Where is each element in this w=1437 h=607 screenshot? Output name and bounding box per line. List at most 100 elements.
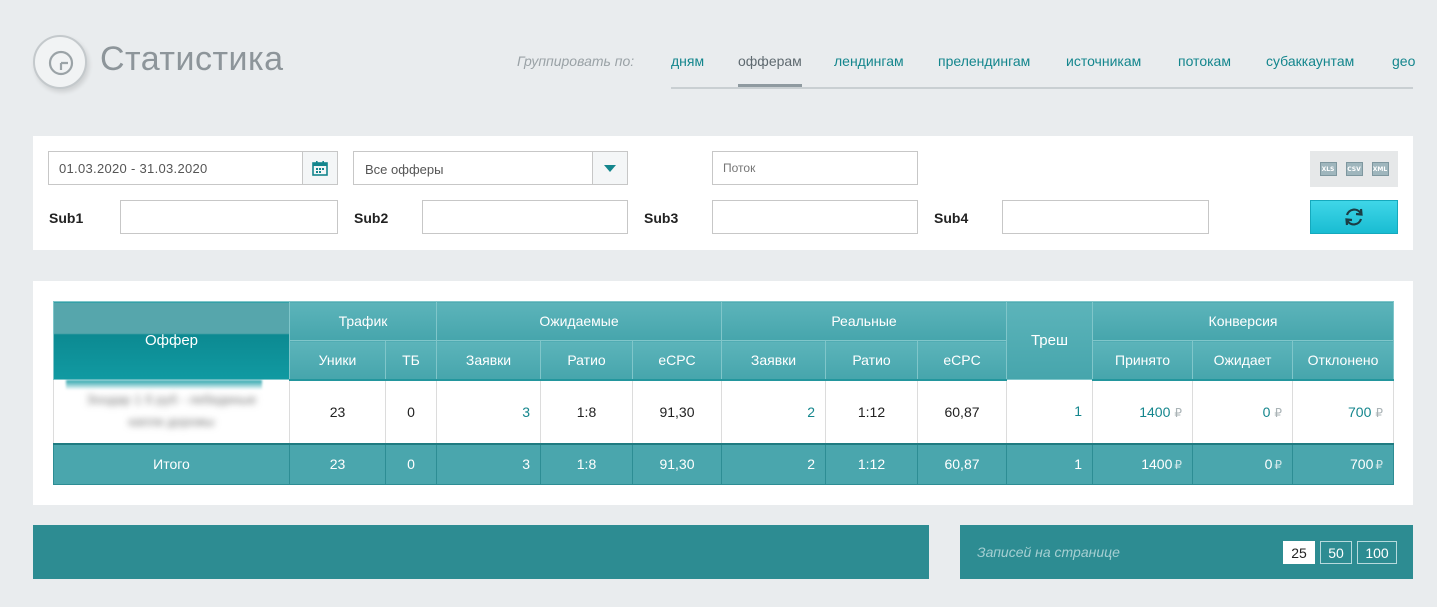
tab-offers[interactable]: офферам bbox=[738, 53, 802, 87]
cell-tb: 0 bbox=[385, 379, 437, 444]
cell-tresh[interactable]: 1 bbox=[1006, 379, 1094, 444]
pagination-bar bbox=[33, 525, 929, 579]
offer-name-line2: капли дорожы bbox=[128, 414, 215, 430]
tab-days[interactable]: дням bbox=[671, 53, 704, 69]
stream-input[interactable] bbox=[713, 152, 917, 184]
sub1-input[interactable] bbox=[121, 201, 337, 233]
ruble-icon: ₽ bbox=[1375, 405, 1384, 420]
stats-table: Оффер Трафик Ожидаемые Реальные Треш Кон… bbox=[53, 301, 1395, 485]
per-page-label: Записей на странице bbox=[977, 544, 1120, 560]
ruble-icon: ₽ bbox=[1174, 405, 1183, 420]
sub2-field bbox=[422, 200, 628, 234]
header-real-requests[interactable]: Заявки bbox=[721, 340, 826, 381]
tab-geo[interactable]: geo bbox=[1392, 53, 1415, 69]
total-real-ecpc: 60,87 bbox=[916, 442, 1008, 485]
pending-value: 0 bbox=[1262, 403, 1271, 420]
sub3-field bbox=[712, 200, 918, 234]
date-range-input[interactable] bbox=[49, 152, 337, 184]
ruble-icon: ₽ bbox=[1174, 458, 1183, 473]
header-real-ecpc[interactable]: eCPC bbox=[916, 340, 1008, 381]
sub2-input[interactable] bbox=[423, 201, 627, 233]
filter-panel: Все офферы XLS CSV XML Sub1 Sub2 Sub3 Su… bbox=[33, 136, 1413, 250]
cell-accepted[interactable]: 1400 ₽ bbox=[1092, 379, 1194, 444]
total-uniques: 23 bbox=[289, 442, 386, 485]
tab-subaccounts[interactable]: субаккаунтам bbox=[1266, 53, 1354, 69]
total-tb: 0 bbox=[385, 442, 437, 485]
header-real: Реальные bbox=[720, 301, 1008, 341]
date-range-field bbox=[48, 151, 338, 185]
total-tresh: 1 bbox=[1006, 442, 1094, 485]
total-real-ratio: 1:12 bbox=[825, 442, 918, 485]
header-uniques[interactable]: Уники bbox=[289, 340, 386, 381]
xml-export-icon[interactable]: XML bbox=[1371, 162, 1389, 176]
group-by-nav: дням офферам лендингам прелендингам исто… bbox=[671, 53, 1415, 89]
offer-select-value: Все офферы bbox=[365, 162, 444, 177]
total-accepted-value: 1400 bbox=[1141, 456, 1173, 473]
logo bbox=[33, 35, 87, 89]
cell-exp-ratio: 1:8 bbox=[540, 379, 633, 444]
sub4-input[interactable] bbox=[1003, 201, 1208, 233]
cell-uniques: 23 bbox=[289, 379, 386, 444]
ruble-icon: ₽ bbox=[1375, 458, 1384, 473]
per-page-25-button[interactable]: 25 bbox=[1283, 541, 1315, 564]
cell-pending[interactable]: 0 ₽ bbox=[1192, 379, 1294, 444]
stream-field bbox=[712, 151, 918, 185]
header-conversion: Конверсия bbox=[1092, 301, 1395, 341]
total-exp-requests: 3 bbox=[436, 442, 541, 485]
cell-rejected[interactable]: 700 ₽ bbox=[1292, 379, 1395, 444]
header-tresh[interactable]: Треш bbox=[1006, 301, 1094, 380]
header-rejected[interactable]: Отклонено bbox=[1292, 340, 1395, 381]
rejected-value: 700 bbox=[1348, 403, 1372, 420]
sub3-input[interactable] bbox=[713, 201, 917, 233]
total-accepted: 1400 ₽ bbox=[1092, 442, 1194, 485]
total-label: Итого bbox=[53, 442, 290, 485]
header-offer[interactable]: Оффер bbox=[53, 301, 290, 380]
total-rejected: 700 ₽ bbox=[1292, 442, 1395, 485]
cell-exp-requests[interactable]: 3 bbox=[436, 379, 541, 444]
per-page-50-button[interactable]: 50 bbox=[1320, 541, 1352, 564]
header-accepted[interactable]: Принято bbox=[1092, 340, 1194, 381]
cell-real-requests[interactable]: 2 bbox=[721, 379, 826, 444]
header-real-ratio[interactable]: Ратио bbox=[825, 340, 918, 381]
stats-table-panel: Оффер Трафик Ожидаемые Реальные Треш Кон… bbox=[33, 281, 1413, 505]
header-expected: Ожидаемые bbox=[436, 301, 722, 341]
offer-select[interactable]: Все офферы bbox=[353, 151, 628, 185]
sub1-field bbox=[120, 200, 338, 234]
accepted-value: 1400 bbox=[1139, 403, 1171, 420]
group-by-label: Группировать по: bbox=[517, 53, 635, 69]
xls-export-icon[interactable]: XLS bbox=[1319, 162, 1337, 176]
csv-export-icon[interactable]: CSV bbox=[1345, 162, 1363, 176]
offer-name-cell: Зоодар 1 б руб - лебединые капли дорожы bbox=[53, 379, 290, 444]
cell-real-ecpc: 60,87 bbox=[916, 379, 1008, 444]
total-row: Итого 23 0 3 1:8 91,30 2 1:12 60,87 1 14… bbox=[53, 442, 1395, 485]
tab-landings[interactable]: лендингам bbox=[834, 53, 904, 69]
calendar-button[interactable] bbox=[302, 152, 337, 184]
page-title: Статистика bbox=[100, 40, 284, 78]
refresh-icon bbox=[1345, 208, 1363, 226]
total-exp-ratio: 1:8 bbox=[540, 442, 633, 485]
sub3-label: Sub3 bbox=[644, 210, 679, 226]
refresh-button[interactable] bbox=[1310, 200, 1398, 234]
header-exp-ratio[interactable]: Ратио bbox=[540, 340, 633, 381]
total-real-requests: 2 bbox=[721, 442, 826, 485]
ruble-icon: ₽ bbox=[1274, 405, 1283, 420]
chevron-down-icon bbox=[604, 164, 616, 172]
offer-select-toggle[interactable] bbox=[592, 152, 627, 184]
header-exp-ecpc[interactable]: eCPC bbox=[632, 340, 722, 381]
header-pending[interactable]: Ожидает bbox=[1192, 340, 1294, 381]
header-traffic: Трафик bbox=[289, 301, 437, 341]
offer-name-line1: Зоодар 1 б руб - лебединые bbox=[86, 392, 257, 408]
tab-streams[interactable]: потокам bbox=[1178, 53, 1231, 69]
tab-prelandings[interactable]: прелендингам bbox=[938, 53, 1030, 69]
header-tb[interactable]: ТБ bbox=[385, 340, 437, 381]
tab-sources[interactable]: источникам bbox=[1066, 53, 1141, 69]
per-page-100-button[interactable]: 100 bbox=[1357, 541, 1397, 564]
table-row: Зоодар 1 б руб - лебединые капли дорожы … bbox=[53, 379, 1395, 444]
cell-exp-ecpc: 91,30 bbox=[632, 379, 722, 444]
cell-real-ratio: 1:12 bbox=[825, 379, 918, 444]
header-exp-requests[interactable]: Заявки bbox=[436, 340, 541, 381]
total-exp-ecpc: 91,30 bbox=[632, 442, 722, 485]
export-buttons: XLS CSV XML bbox=[1310, 151, 1398, 187]
ruble-icon: ₽ bbox=[1274, 458, 1283, 473]
sub1-label: Sub1 bbox=[49, 210, 84, 226]
